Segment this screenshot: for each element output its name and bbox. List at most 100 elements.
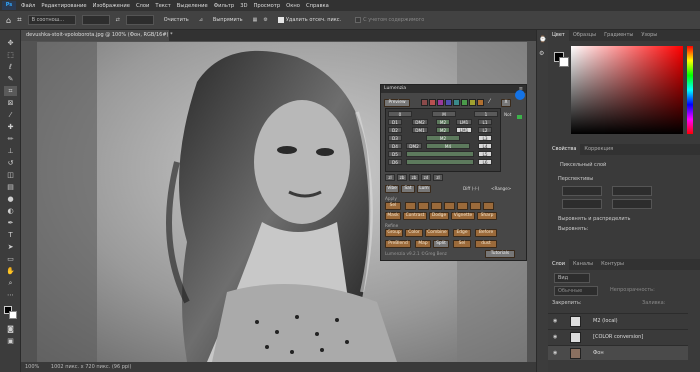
layer-row[interactable]: ◉ M2 (local): [548, 313, 688, 328]
vignette-button[interactable]: Vignette: [451, 212, 475, 220]
color-button[interactable]: Color: [405, 229, 423, 237]
contrast-button[interactable]: Contrast: [403, 212, 427, 220]
tab-properties[interactable]: Свойства: [548, 144, 581, 155]
tab-patterns[interactable]: Узоры: [637, 30, 661, 41]
menu-select[interactable]: Выделение: [174, 3, 211, 9]
menu-view[interactable]: Просмотр: [251, 3, 284, 9]
crop-icon[interactable]: ⌗: [17, 15, 22, 25]
zone-m4[interactable]: M4: [426, 143, 470, 149]
zone-l6[interactable]: L6: [478, 159, 492, 165]
tab-channels[interactable]: Каналы: [569, 259, 597, 270]
zone-bottom-3[interactable]: zb: [409, 174, 419, 181]
color-swatch-7[interactable]: [469, 99, 476, 106]
screen-mode-icon[interactable]: ▣: [4, 336, 17, 346]
color-swatch-8[interactable]: [477, 99, 484, 106]
apply-icon-6[interactable]: [470, 202, 481, 210]
grid-icon[interactable]: ▦: [253, 17, 258, 23]
menu-window[interactable]: Окно: [283, 3, 303, 9]
apply-icon-2[interactable]: [418, 202, 429, 210]
color-swatch-3[interactable]: [437, 99, 444, 106]
photoshop-cc-icon[interactable]: [515, 90, 525, 100]
menu-edit[interactable]: Редактирование: [38, 3, 89, 9]
hand-tool-icon[interactable]: ✋: [4, 266, 17, 276]
align-section[interactable]: Выровнять и распределить: [558, 216, 630, 222]
tab-color[interactable]: Цвет: [548, 30, 569, 41]
straighten-button[interactable]: Выпрямить: [209, 15, 247, 25]
stamp-tool-icon[interactable]: ⊥: [4, 146, 17, 156]
crop-ratio-select[interactable]: В соотнош...: [27, 15, 76, 25]
zone-d6[interactable]: D6: [388, 159, 402, 165]
eyedropper-icon[interactable]: ⁄: [489, 98, 490, 105]
sat-button[interactable]: Sat: [401, 185, 415, 193]
clear-button[interactable]: Очистить: [160, 15, 193, 25]
menu-layers[interactable]: Слои: [133, 3, 152, 9]
width-field[interactable]: [81, 15, 110, 25]
sel-button[interactable]: Sel: [385, 202, 401, 210]
zone-d1[interactable]: D1: [388, 119, 402, 125]
lasso-tool-icon[interactable]: ℓ: [4, 62, 17, 72]
move-tool-icon[interactable]: ✥: [4, 38, 17, 48]
straighten-icon[interactable]: ⊿: [199, 17, 203, 23]
zone-dm1[interactable]: DM1: [412, 127, 428, 133]
layer-kind-filter[interactable]: Вид: [554, 273, 590, 283]
zone-d3[interactable]: D3: [388, 135, 402, 141]
zone-m[interactable]: M: [432, 111, 456, 117]
preview-button[interactable]: Preview: [384, 99, 410, 107]
zone-l5[interactable]: L5: [478, 151, 492, 157]
x-input[interactable]: [562, 199, 602, 209]
mask-button[interactable]: Mask: [385, 212, 401, 220]
zone-band6[interactable]: [406, 159, 474, 165]
height-field[interactable]: [125, 15, 154, 25]
color-swatch-5[interactable]: [453, 99, 460, 106]
color-swatch-2[interactable]: [429, 99, 436, 106]
gradient-tool-icon[interactable]: ▤: [4, 182, 17, 192]
home-icon[interactable]: ⌂: [6, 16, 11, 25]
eraser-tool-icon[interactable]: ◫: [4, 170, 17, 180]
tab-swatches[interactable]: Образцы: [569, 30, 600, 41]
zone-l3[interactable]: L3: [478, 135, 492, 141]
more-tools-icon[interactable]: ⋯: [4, 290, 17, 300]
dust-button[interactable]: dust: [475, 240, 497, 248]
frame-tool-icon[interactable]: ⊠: [4, 98, 17, 108]
layer-row[interactable]: ◉ Фон: [548, 345, 688, 360]
properties-icon[interactable]: ⚙: [539, 50, 544, 57]
tutorials-button[interactable]: Tutorials: [485, 250, 515, 258]
marquee-tool-icon[interactable]: ⬚: [4, 50, 17, 60]
history-icon[interactable]: ⌚: [539, 36, 546, 43]
zone-l1[interactable]: L1: [478, 119, 492, 125]
type-tool-icon[interactable]: T: [4, 230, 17, 240]
blur-tool-icon[interactable]: ●: [4, 194, 17, 204]
color-swatch-4[interactable]: [445, 99, 452, 106]
gear-icon[interactable]: ⚙: [263, 17, 267, 23]
zone-l4[interactable]: L4: [478, 143, 492, 149]
zone-d5[interactable]: D5: [388, 151, 402, 157]
edge-button[interactable]: Edge: [453, 229, 471, 237]
quick-mask-icon[interactable]: ◙: [4, 324, 17, 334]
swap-icon[interactable]: ⇄: [116, 17, 120, 23]
menu-file[interactable]: Файл: [18, 3, 38, 9]
map-button[interactable]: Map: [415, 240, 431, 248]
history-brush-icon[interactable]: ↺: [4, 158, 17, 168]
zone-m2b[interactable]: M2: [436, 127, 450, 133]
zoom-level[interactable]: 100%: [25, 364, 39, 370]
brush-tool-icon[interactable]: ✏: [4, 134, 17, 144]
zone-bottom-2[interactable]: zb: [397, 174, 407, 181]
vibe-button[interactable]: Vibe: [385, 185, 399, 193]
color-swatch-6[interactable]: [461, 99, 468, 106]
zone-bottom-5[interactable]: zl: [433, 174, 443, 181]
menu-text[interactable]: Текст: [152, 3, 173, 9]
split-button[interactable]: Split: [433, 240, 449, 248]
sel-bottom-button[interactable]: Sel: [453, 240, 471, 248]
visibility-eye-icon[interactable]: ◉: [553, 350, 557, 356]
color-swatch-1[interactable]: [421, 99, 428, 106]
zone-dm2[interactable]: DM2: [412, 119, 428, 125]
path-select-tool-icon[interactable]: ➤: [4, 242, 17, 252]
visibility-eye-icon[interactable]: ◉: [553, 334, 557, 340]
tab-paths[interactable]: Контуры: [597, 259, 628, 270]
sharp-button[interactable]: Sharp: [477, 212, 497, 220]
apply-icon-3[interactable]: [431, 202, 442, 210]
shape-tool-icon[interactable]: ▭: [4, 254, 17, 264]
menu-filter[interactable]: Фильтр: [211, 3, 238, 9]
zone-lm1b[interactable]: LM1: [456, 127, 472, 133]
x-button[interactable]: X: [501, 99, 511, 107]
